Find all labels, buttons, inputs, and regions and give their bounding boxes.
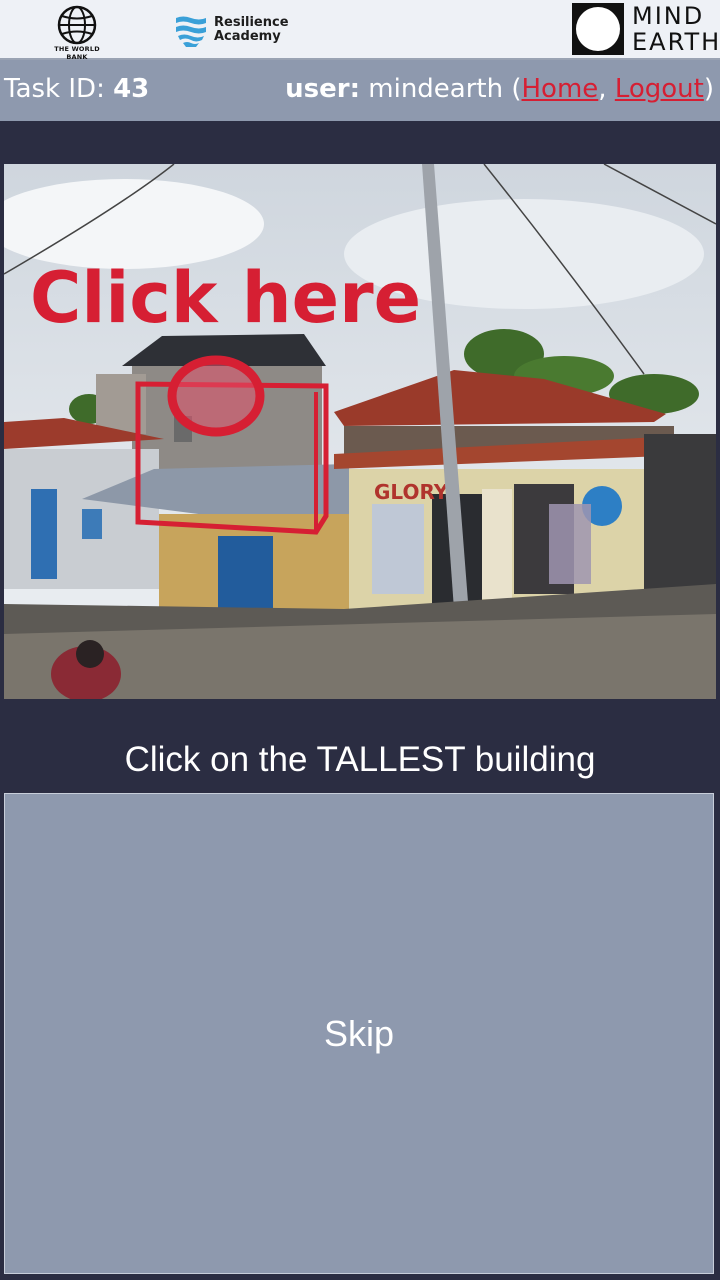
logout-link[interactable]: Logout <box>615 74 704 104</box>
task-info-bar: Task ID: 43 user: mindearth (Home, Logou… <box>0 60 720 121</box>
task-id: Task ID: 43 <box>4 74 149 104</box>
resilience-academy-text: Resilience Academy <box>214 15 289 44</box>
mind-earth-text: MIND EARTH <box>632 2 720 56</box>
home-link[interactable]: Home <box>522 74 599 104</box>
user-info: user: mindearth (Home, Logout) <box>285 74 714 104</box>
mind-earth-mark <box>572 3 624 55</box>
top-logo-bar: THE WORLD BANK Resilience Academy MIND E… <box>0 0 720 61</box>
globe-icon <box>57 5 97 45</box>
task-instruction: Click on the TALLEST building <box>124 740 596 779</box>
username: mindearth ( <box>360 74 522 104</box>
street-photo[interactable]: GLORY Click here <box>4 164 716 699</box>
user-label: user: <box>285 74 360 104</box>
mind-earth-logo: MIND EARTH <box>572 3 719 55</box>
resilience-academy-logo: Resilience Academy <box>174 14 289 50</box>
task-id-label: Task ID: <box>4 74 114 104</box>
waves-icon <box>176 16 206 47</box>
world-bank-text: THE WORLD BANK <box>54 45 100 61</box>
task-id-value: 43 <box>113 74 150 104</box>
world-bank-logo: THE WORLD BANK <box>44 5 110 61</box>
skip-button[interactable]: Skip <box>4 793 714 1274</box>
click-here-overlay: Click here <box>30 257 421 339</box>
shop-sign-text: GLORY <box>374 480 449 504</box>
